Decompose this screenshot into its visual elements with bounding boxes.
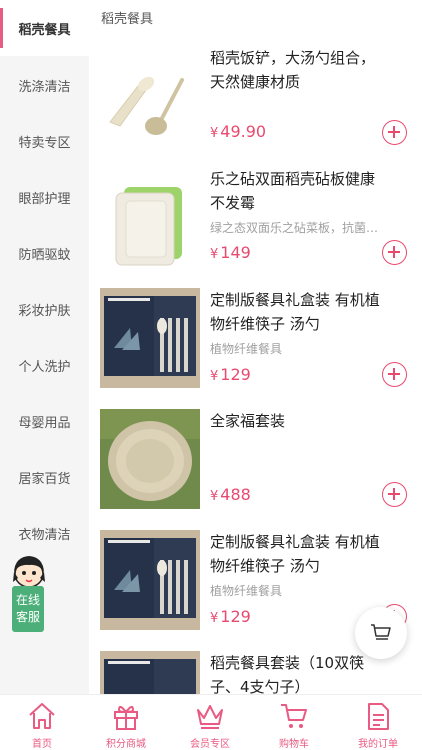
product-list: 稻壳餐具 稻壳饭铲，大汤勺组合，天然健康材质 ¥49.90 乐之砧双面稻壳砧板健…	[89, 0, 422, 694]
product-price: ¥488	[210, 485, 251, 504]
price-value: 129	[220, 365, 251, 384]
nav-cart[interactable]: 购物车	[252, 695, 336, 750]
cart-icon	[281, 704, 307, 728]
sidebar-item-label: 眼部护理	[18, 191, 71, 207]
product-item[interactable]: 乐之砧双面稻壳砧板健康不发霉 绿之态双面乐之砧菜板，抗菌防霉 ¥149	[89, 161, 422, 282]
nav-label: 购物车	[279, 739, 309, 750]
product-item[interactable]: 稻壳饭铲，大汤勺组合，天然健康材质 ¥49.90	[89, 40, 422, 161]
product-item[interactable]: 全家福套装 ¥488	[89, 403, 422, 524]
sidebar-item-makeup[interactable]: 彩妆护肤	[0, 281, 89, 337]
product-name: 稻壳饭铲，大汤勺组合，天然健康材质	[210, 49, 376, 91]
sidebar-item-label: 衣物清洁	[18, 527, 71, 543]
currency-symbol: ¥	[210, 489, 219, 504]
sidebar-item-label: 洗涤清洁	[18, 79, 71, 95]
currency-symbol: ¥	[210, 126, 219, 141]
product-image	[100, 409, 200, 509]
product-item[interactable]: 定制版餐具礼盒装 有机植物纤维筷子 汤勺 植物纤维餐具 ¥129	[89, 282, 422, 403]
product-image	[100, 288, 200, 388]
product-price: ¥129	[210, 365, 251, 384]
cart-icon	[371, 624, 391, 640]
nav-points-mall[interactable]: 积分商城	[84, 695, 168, 750]
price-value: 488	[220, 485, 251, 504]
product-image	[100, 651, 200, 694]
nav-label: 会员专区	[190, 739, 230, 750]
sidebar-item-rice-husk-tableware[interactable]: 稻壳餐具	[0, 0, 89, 56]
product-image	[100, 50, 200, 150]
product-desc: 植物纤维餐具	[210, 342, 283, 356]
product-name: 定制版餐具礼盒装 有机植物纤维筷子 汤勺	[210, 533, 380, 575]
product-image	[100, 530, 200, 630]
gift-icon	[114, 706, 138, 730]
sidebar-item-special-sale[interactable]: 特卖专区	[0, 113, 89, 169]
section-title: 稻壳餐具	[101, 12, 154, 27]
order-icon	[368, 703, 389, 730]
product-name: 稻壳餐具套装（10双筷子、4支勺子）	[210, 654, 365, 694]
product-name: 全家福套装	[210, 412, 286, 430]
sidebar-item-label: 居家百货	[18, 471, 71, 487]
price-value: 149	[220, 243, 251, 262]
add-to-cart-button[interactable]	[382, 482, 407, 507]
sidebar-item-label: 防晒驱蚊	[18, 247, 71, 263]
product-desc: 绿之态双面乐之砧菜板，抗菌防霉	[210, 221, 386, 235]
nav-home[interactable]: 首页	[0, 695, 84, 750]
sidebar-item-label: 特卖专区	[18, 135, 71, 151]
floating-cart-button[interactable]	[355, 607, 407, 659]
add-to-cart-button[interactable]	[382, 120, 407, 145]
nav-my-orders[interactable]: 我的订单	[336, 695, 420, 750]
sidebar-item-household[interactable]: 居家百货	[0, 449, 89, 505]
add-to-cart-button[interactable]	[382, 362, 407, 387]
add-to-cart-button[interactable]	[382, 240, 407, 265]
sidebar-item-label: 稻壳餐具	[18, 22, 71, 38]
online-service-label: 在线客服	[12, 586, 44, 632]
price-value: 49.90	[220, 122, 267, 141]
product-name: 定制版餐具礼盒装 有机植物纤维筷子 汤勺	[210, 291, 380, 333]
nav-label: 积分商城	[106, 739, 146, 750]
product-desc: 植物纤维餐具	[210, 584, 283, 598]
product-name: 乐之砧双面稻壳砧板健康不发霉	[210, 170, 376, 212]
nav-label: 我的订单	[358, 739, 398, 750]
sidebar-item-sunscreen[interactable]: 防晒驱蚊	[0, 225, 89, 281]
nav-member-zone[interactable]: 会员专区	[168, 695, 252, 750]
product-price: ¥149	[210, 243, 251, 262]
bottom-nav: 首页 积分商城 会员专区 购物车 我的订单	[0, 694, 422, 750]
product-image	[100, 171, 200, 271]
sidebar-item-label: 彩妆护肤	[18, 303, 71, 319]
home-icon	[29, 703, 55, 729]
currency-symbol: ¥	[210, 369, 219, 384]
sidebar-item-baby[interactable]: 母婴用品	[0, 393, 89, 449]
sidebar-item-cleaning[interactable]: 洗涤清洁	[0, 57, 89, 113]
product-price: ¥129	[210, 607, 251, 626]
sidebar-item-label: 个人洗护	[18, 359, 71, 375]
online-service-widget[interactable]: 在线客服	[8, 552, 50, 632]
crown-icon	[197, 705, 223, 729]
nav-label: 首页	[32, 739, 52, 750]
price-value: 129	[220, 607, 251, 626]
sidebar-item-eye-care[interactable]: 眼部护理	[0, 169, 89, 225]
sidebar-item-label: 母婴用品	[18, 415, 71, 431]
currency-symbol: ¥	[210, 247, 219, 262]
sidebar-item-personal-care[interactable]: 个人洗护	[0, 337, 89, 393]
currency-symbol: ¥	[210, 611, 219, 626]
product-price: ¥49.90	[210, 122, 266, 141]
